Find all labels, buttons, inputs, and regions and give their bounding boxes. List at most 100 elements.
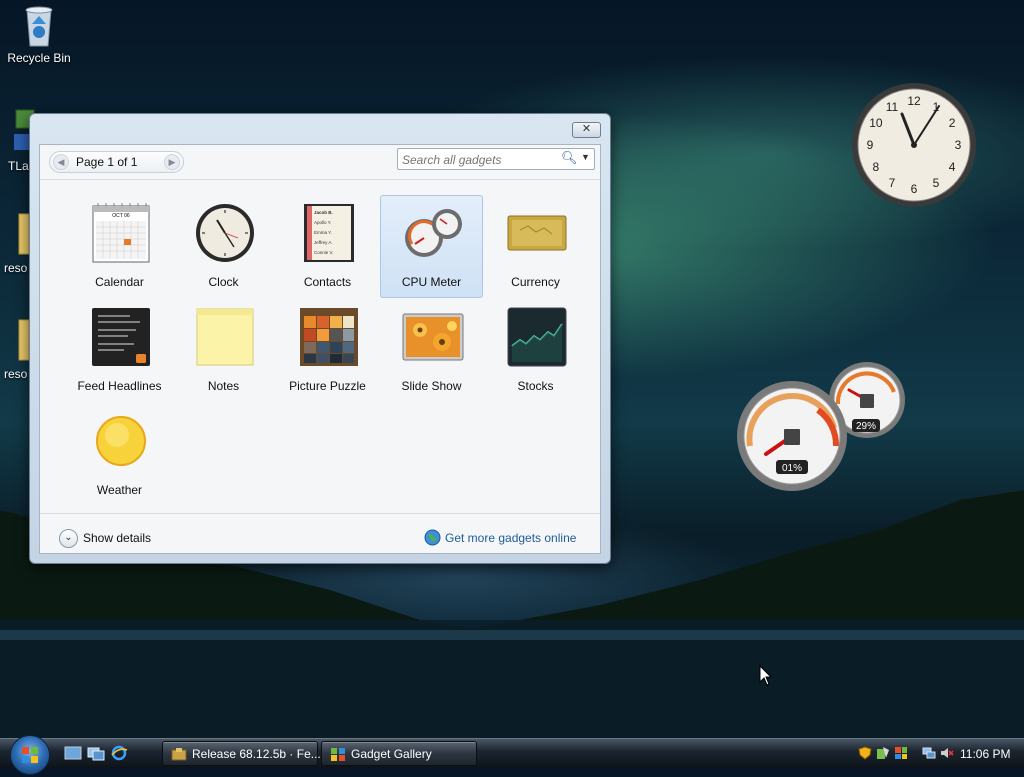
clock-numeral: 6 [911, 182, 918, 196]
windows-logo-icon [22, 747, 38, 763]
clock-time[interactable]: 11:06 PM [960, 747, 1010, 761]
slide-show-icon [402, 313, 464, 361]
show-details-label: Show details [83, 531, 152, 545]
contacts-icon: Jacob B. Apollo Y. Emma Y. Jeffrey A. Co… [304, 204, 354, 262]
search-box: 🔍︎ ▼ [397, 148, 595, 170]
switch-windows-icon[interactable] [87, 745, 105, 761]
gadget-cpu-meter[interactable]: CPU Meter [380, 195, 483, 298]
feed-headlines-icon [92, 308, 150, 366]
gadget-name: Currency [511, 275, 560, 289]
divider [40, 513, 600, 514]
cpu-meter-icon [405, 209, 462, 257]
gadget-name: CPU Meter [401, 275, 462, 289]
get-more-gadgets-link[interactable]: Get more gadgets online [445, 531, 576, 545]
gadget-name: Clock [208, 275, 239, 289]
gadget-name: Picture Puzzle [289, 379, 366, 393]
gadget-calendar[interactable]: OCT 06 Calendar [68, 195, 171, 298]
gadget-name: Stocks [517, 379, 554, 393]
network-icon[interactable] [922, 746, 936, 760]
gadget-name: Notes [207, 379, 240, 393]
clock-numeral: 10 [869, 116, 883, 130]
contact-name: Jacob B. [314, 210, 333, 215]
gadget-picture-puzzle[interactable]: Picture Puzzle [276, 299, 379, 402]
page-indicator: Page 1 of 1 [76, 155, 138, 169]
security-shield-icon[interactable] [858, 746, 872, 760]
calendar-icon: OCT 06 [92, 203, 150, 263]
desktop-icon-recycle-bin[interactable]: Recycle Bin [4, 2, 74, 65]
pager: ◀ Page 1 of 1 ▶ [49, 151, 184, 173]
recycle-bin-label: Recycle Bin [7, 51, 71, 65]
search-input[interactable] [400, 150, 554, 169]
clock-numeral: 11 [886, 100, 899, 114]
clock-numeral: 9 [867, 138, 874, 152]
contact-name: Emma Y. [314, 230, 332, 235]
picture-puzzle-icon [300, 308, 358, 366]
clock-numeral: 12 [907, 94, 921, 108]
gadget-clock[interactable]: Clock [172, 195, 275, 298]
clock-numeral: 5 [933, 176, 940, 190]
clock-numeral: 2 [949, 116, 956, 130]
gadget-weather[interactable]: Weather [68, 403, 171, 506]
desktop-icon-folder-2[interactable]: reso [4, 318, 30, 381]
chevron-down-icon[interactable]: ▼ [581, 152, 590, 162]
gadget-name: Contacts [303, 275, 352, 289]
gadget-notes[interactable]: Notes [172, 299, 275, 402]
globe-icon [424, 529, 441, 546]
taskbar: Release 68.12.5b · Fe... Gadget Gallery … [0, 735, 1024, 775]
taskbar-button-label: Gadget Gallery [351, 747, 432, 761]
internet-explorer-icon[interactable] [110, 745, 128, 761]
gadget-gallery-icon [331, 748, 345, 761]
clock-numeral: 8 [873, 160, 880, 174]
cpu-percent-label: 01% [782, 463, 802, 474]
clock-icon [196, 204, 254, 262]
taskbar-button-label: Release 68.12.5b · Fe... [192, 747, 321, 761]
folder-icon [18, 319, 30, 361]
calendar-month-label: OCT 06 [112, 213, 130, 219]
desktop-icon-label: reso [4, 261, 28, 275]
gallery-content: ◀ Page 1 of 1 ▶ 🔍︎ ▼ OCT 06 [39, 144, 601, 554]
gadget-feed-headlines[interactable]: Feed Headlines [68, 299, 171, 402]
gadget-name: Feed Headlines [77, 379, 162, 393]
cpu-meter-gadget[interactable]: 29% 01% [736, 362, 906, 492]
gadget-contacts[interactable]: Jacob B. Apollo Y. Emma Y. Jeffrey A. Co… [276, 195, 379, 298]
archive-icon [171, 748, 187, 761]
next-page-button[interactable]: ▶ [164, 154, 180, 170]
gadget-slide-show[interactable]: Slide Show [380, 299, 483, 402]
taskbar-button-release[interactable]: Release 68.12.5b · Fe... [162, 741, 321, 766]
close-button[interactable]: ✕ [572, 122, 601, 138]
currency-icon [507, 215, 567, 251]
taskbar-button-gadget-gallery[interactable]: Gadget Gallery [321, 741, 477, 766]
volume-muted-icon[interactable] [940, 746, 954, 760]
notes-icon [196, 308, 254, 366]
clock-numeral: 3 [955, 138, 962, 152]
stocks-icon [507, 307, 567, 367]
weather-sun-icon [96, 416, 146, 466]
desktop-icon-label: reso [4, 367, 28, 381]
memory-percent-label: 29% [856, 421, 876, 432]
folder-icon [18, 213, 30, 255]
gadget-name: Calendar [95, 275, 144, 289]
mouse-cursor-icon [759, 665, 773, 686]
contact-name: Apollo Y. [314, 220, 331, 225]
show-desktop-icon[interactable] [64, 745, 82, 761]
start-button[interactable] [10, 735, 50, 775]
recycle-bin-icon [25, 6, 53, 47]
divider [40, 179, 600, 180]
clock-numeral: 4 [949, 160, 956, 174]
gadget-gallery-window: ✕ ◀ Page 1 of 1 ▶ 🔍︎ ▼ OCT 06 [29, 113, 611, 564]
chevron-down-icon: ⌄ [59, 529, 78, 548]
clock-numeral: 7 [889, 176, 896, 190]
gadget-currency[interactable]: Currency [484, 195, 587, 298]
clock-gadget[interactable]: 12 1234567891011 [851, 82, 977, 208]
gadget-name: Slide Show [401, 379, 462, 393]
windows-defender-icon[interactable] [876, 746, 890, 760]
gadget-stocks[interactable]: Stocks [484, 299, 587, 402]
windows-update-icon[interactable] [894, 746, 908, 760]
contact-name: Connie V. [314, 250, 333, 255]
contact-name: Jeffrey A. [314, 240, 333, 245]
gadget-name: Weather [96, 483, 143, 497]
search-icon[interactable]: 🔍︎ [561, 150, 578, 166]
prev-page-button[interactable]: ◀ [53, 154, 69, 170]
system-tray: 11:06 PM [850, 741, 1020, 767]
desktop-icon-folder-1[interactable]: reso [4, 212, 30, 275]
